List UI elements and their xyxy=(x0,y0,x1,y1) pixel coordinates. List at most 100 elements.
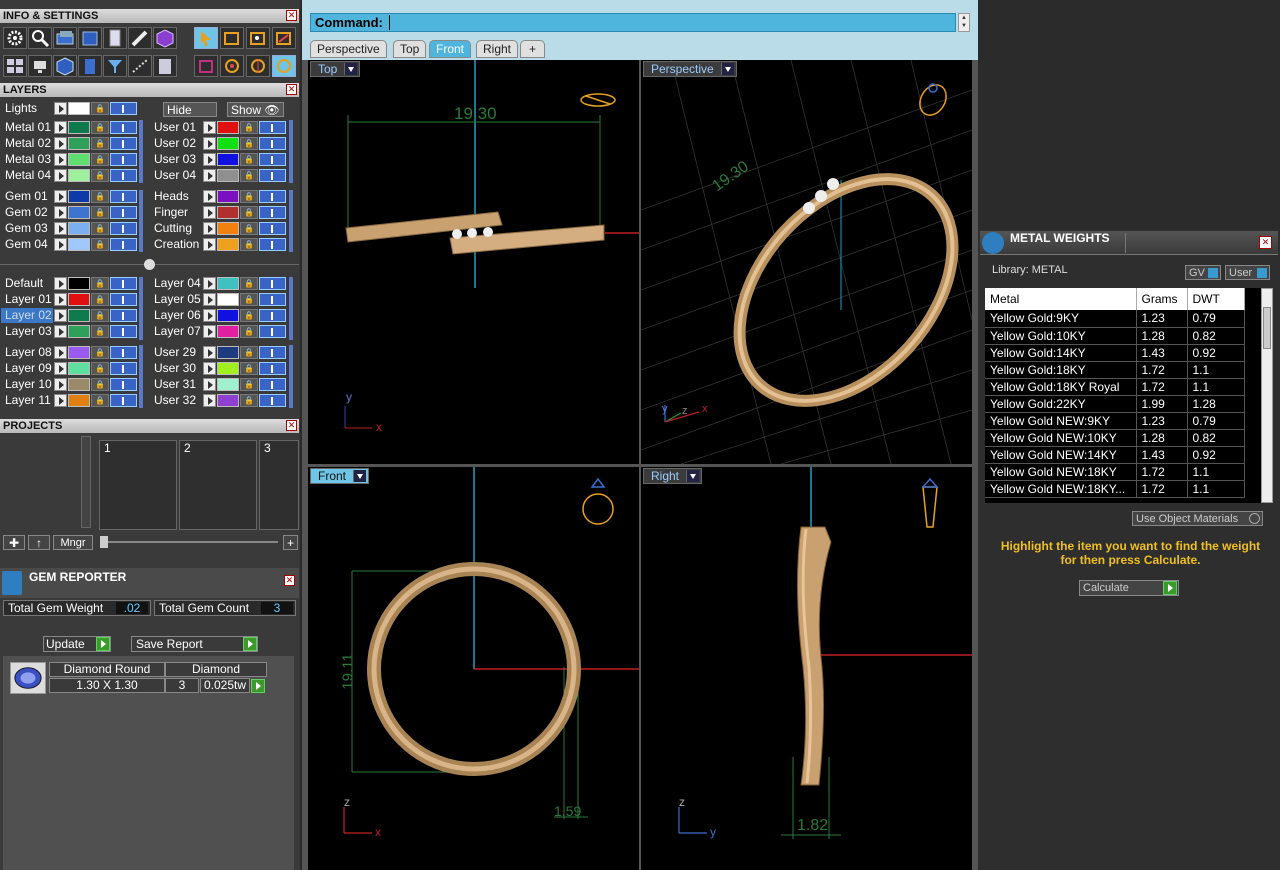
transform-icon[interactable] xyxy=(220,27,244,49)
expand-arrow-icon[interactable] xyxy=(203,362,216,375)
gv-toggle[interactable]: GV xyxy=(1185,265,1221,280)
layer-color-swatch[interactable] xyxy=(217,325,239,338)
layer-color-swatch[interactable] xyxy=(68,378,90,391)
visibility-toggle[interactable] xyxy=(110,238,137,251)
expand-arrow-icon[interactable] xyxy=(203,394,216,407)
layer-row[interactable]: Metal 04 🔒 xyxy=(1,168,141,183)
document-icon[interactable] xyxy=(103,27,127,49)
visibility-toggle[interactable] xyxy=(110,277,137,290)
tab-right[interactable]: Right xyxy=(476,40,519,58)
layer-color-swatch[interactable] xyxy=(68,309,90,322)
tab-perspective[interactable]: Perspective xyxy=(310,40,387,58)
lock-icon[interactable]: 🔒 xyxy=(240,137,258,150)
layer-color-swatch[interactable] xyxy=(68,222,90,235)
expand-arrow-icon[interactable] xyxy=(54,362,67,375)
lock-icon[interactable]: 🔒 xyxy=(240,153,258,166)
tab-add[interactable]: + xyxy=(520,40,546,58)
layer-row[interactable]: Layer 02 🔒 xyxy=(1,308,141,323)
layer-row[interactable]: User 02 🔒 xyxy=(150,136,290,151)
layer-color-swatch[interactable] xyxy=(68,169,90,182)
layer-color-swatch[interactable] xyxy=(217,121,239,134)
layer-color-swatch[interactable] xyxy=(68,137,90,150)
visibility-toggle[interactable] xyxy=(259,362,286,375)
expand-arrow-icon[interactable] xyxy=(203,222,216,235)
layer-row[interactable]: Layer 01 🔒 xyxy=(1,292,141,307)
use-object-materials-toggle[interactable]: Use Object Materials xyxy=(1132,511,1263,526)
command-scroll[interactable]: ▲ ▼ xyxy=(958,13,970,32)
visibility-toggle[interactable] xyxy=(110,206,137,219)
expand-arrow-icon[interactable] xyxy=(54,325,67,338)
lock-icon[interactable]: 🔒 xyxy=(91,222,109,235)
layer-color-swatch[interactable] xyxy=(68,190,90,203)
lock-icon[interactable]: 🔒 xyxy=(91,153,109,166)
command-input[interactable] xyxy=(389,15,949,30)
expand-arrow-icon[interactable] xyxy=(54,238,67,251)
visibility-toggle[interactable] xyxy=(259,293,286,306)
layer-color-swatch[interactable] xyxy=(68,206,90,219)
visibility-toggle[interactable] xyxy=(259,378,286,391)
viewport-label-top[interactable]: Top xyxy=(310,61,361,77)
visibility-toggle[interactable] xyxy=(259,190,286,203)
expand-arrow-icon[interactable] xyxy=(54,153,67,166)
transform-2-icon[interactable] xyxy=(246,27,270,49)
layer-row[interactable]: User 30 🔒 xyxy=(150,361,290,376)
viewport-label-perspective[interactable]: Perspective xyxy=(643,61,737,77)
add-project-button[interactable]: ✚ xyxy=(3,535,25,550)
lock-icon[interactable]: 🔒 xyxy=(240,362,258,375)
layer-row[interactable]: Cutting 🔒 xyxy=(150,221,290,236)
projects-scrollbar[interactable] xyxy=(81,436,91,528)
layer-row[interactable]: User 31 🔒 xyxy=(150,377,290,392)
visibility-toggle[interactable] xyxy=(259,137,286,150)
expand-arrow-icon[interactable] xyxy=(203,293,216,306)
expand-arrow-icon[interactable] xyxy=(203,153,216,166)
table-row[interactable]: Yellow Gold NEW:9KY 1.23 0.79 xyxy=(985,412,1245,430)
lock-icon[interactable]: 🔒 xyxy=(91,309,109,322)
lock-icon[interactable]: 🔒 xyxy=(91,206,109,219)
lights-color-swatch[interactable] xyxy=(68,102,90,115)
layer-row[interactable]: Gem 03 🔒 xyxy=(1,221,141,236)
visibility-toggle[interactable] xyxy=(259,394,286,407)
project-slot-1[interactable]: 1 xyxy=(99,440,177,530)
lock-icon[interactable]: 🔒 xyxy=(91,346,109,359)
tab-top[interactable]: Top xyxy=(393,40,427,58)
table-row[interactable]: Yellow Gold:22KY 1.99 1.28 xyxy=(985,395,1245,413)
update-button[interactable]: Update xyxy=(43,636,111,652)
save-report-button[interactable]: Save Report xyxy=(131,636,258,652)
expand-arrow-icon[interactable] xyxy=(203,206,216,219)
layer-row[interactable]: Layer 05 🔒 xyxy=(150,292,290,307)
expand-arrow-icon[interactable] xyxy=(203,325,216,338)
layer-color-swatch[interactable] xyxy=(68,153,90,166)
layer-row[interactable]: User 29 🔒 xyxy=(150,345,290,360)
grid-view-icon[interactable] xyxy=(3,55,27,77)
lock-icon[interactable]: 🔒 xyxy=(240,169,258,182)
project-slot-3[interactable]: 3 xyxy=(259,440,299,530)
layer-color-swatch[interactable] xyxy=(68,362,90,375)
report-icon[interactable] xyxy=(153,55,177,77)
visibility-toggle[interactable] xyxy=(110,190,137,203)
layer-color-swatch[interactable] xyxy=(217,378,239,391)
layer-row[interactable]: Layer 08 🔒 xyxy=(1,345,141,360)
gumball-3-icon[interactable] xyxy=(272,55,296,77)
play-icon[interactable] xyxy=(251,679,265,693)
close-icon[interactable]: ✕ xyxy=(286,84,297,95)
layer-color-swatch[interactable] xyxy=(217,206,239,219)
expand-arrow-icon[interactable] xyxy=(203,378,216,391)
splitter-handle-icon[interactable] xyxy=(144,259,155,270)
shape-tool-icon[interactable] xyxy=(194,55,218,77)
visibility-toggle[interactable] xyxy=(110,222,137,235)
visibility-toggle[interactable] xyxy=(110,293,137,306)
expand-arrow-icon[interactable] xyxy=(203,169,216,182)
table-row[interactable]: Yellow Gold:18KY 1.72 1.1 xyxy=(985,361,1245,379)
layer-color-swatch[interactable] xyxy=(217,394,239,407)
pencil-icon[interactable] xyxy=(128,27,152,49)
layer-row[interactable]: Gem 04 🔒 xyxy=(1,237,141,252)
lock-icon[interactable]: 🔒 xyxy=(91,378,109,391)
layer-color-swatch[interactable] xyxy=(217,137,239,150)
layer-color-swatch[interactable] xyxy=(217,238,239,251)
expand-arrow-icon[interactable] xyxy=(54,378,67,391)
visibility-toggle[interactable] xyxy=(110,137,137,150)
layer-row[interactable]: Layer 04 🔒 xyxy=(150,276,290,291)
layer-row[interactable]: Layer 09 🔒 xyxy=(1,361,141,376)
visibility-toggle[interactable] xyxy=(110,394,137,407)
measure-icon[interactable] xyxy=(128,55,152,77)
